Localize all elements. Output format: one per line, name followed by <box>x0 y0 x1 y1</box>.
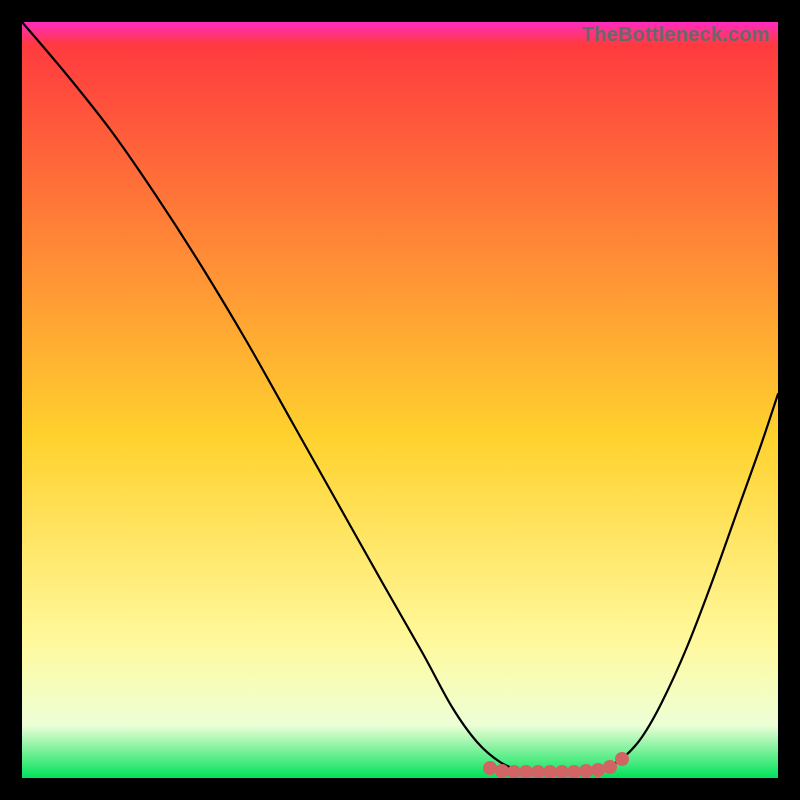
chart-frame: TheBottleneck.com <box>0 0 800 800</box>
gradient-background <box>22 22 778 778</box>
optimal-marker <box>615 752 629 766</box>
plot-area: TheBottleneck.com <box>22 22 778 778</box>
optimal-marker <box>495 764 509 778</box>
optimal-marker <box>579 764 593 778</box>
watermark-text: TheBottleneck.com <box>582 24 770 47</box>
bottleneck-chart <box>22 22 778 778</box>
optimal-marker <box>603 760 617 774</box>
optimal-marker <box>483 761 497 775</box>
optimal-marker <box>591 763 605 777</box>
